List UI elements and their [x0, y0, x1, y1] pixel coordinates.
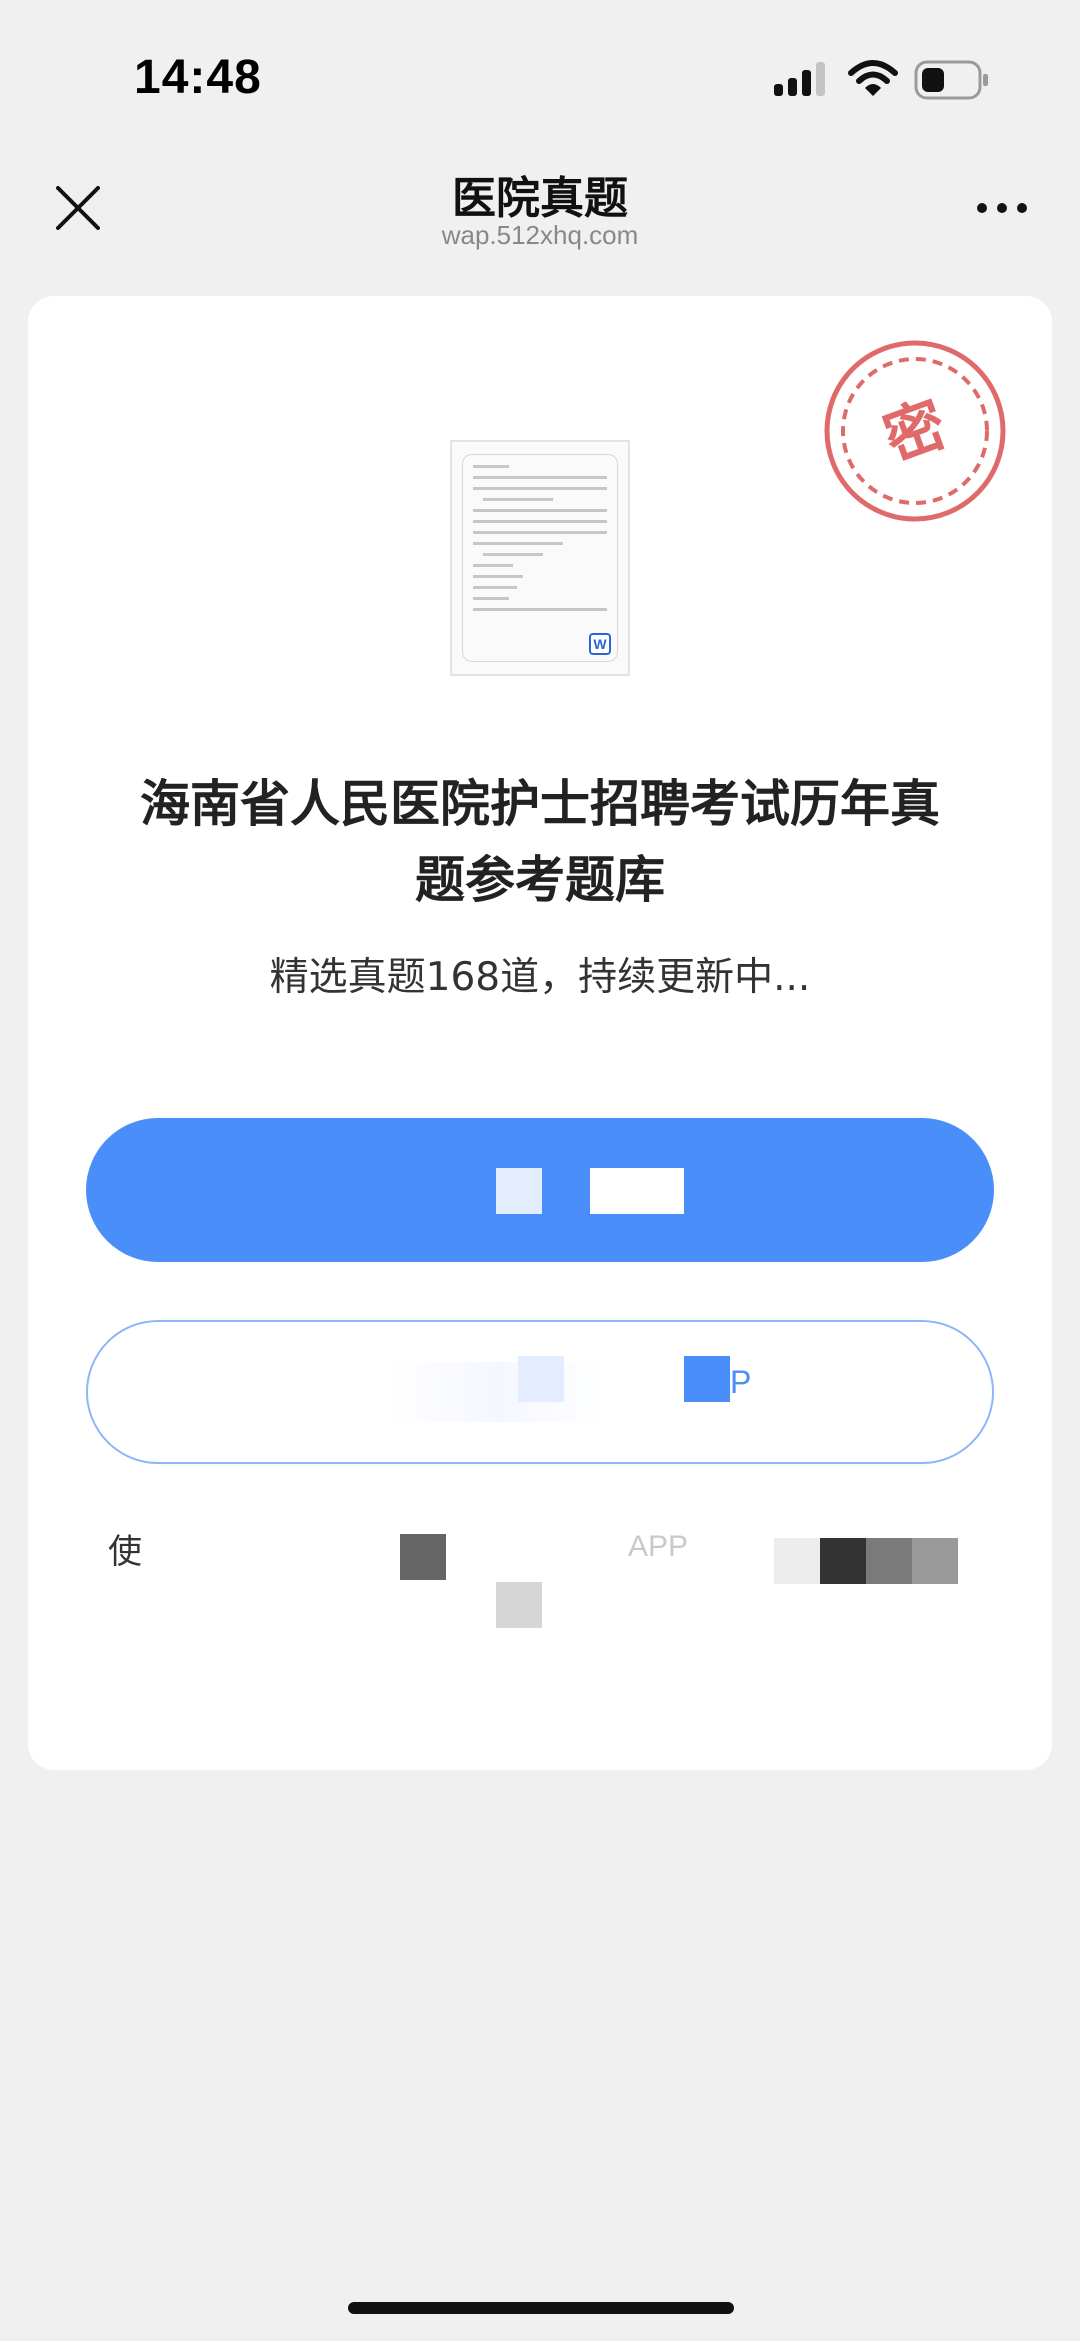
document-card: 密 W 海南省人民医院护士招聘考试历年真题参考题库 精选真题168道，持续更新中…: [28, 296, 1052, 1770]
doc-line: [473, 465, 509, 468]
doc-line: [473, 586, 517, 589]
masked-label-block: [684, 1356, 730, 1402]
word-badge-icon: W: [589, 633, 611, 655]
doc-line: [473, 597, 509, 600]
masked-label-block: [496, 1168, 542, 1214]
masked-text-block: [400, 1534, 446, 1580]
doc-line: [473, 531, 607, 534]
document-subtitle: 精选真题168道，持续更新中...: [269, 955, 811, 1000]
status-bar: 14:48: [0, 0, 1080, 140]
masked-text-block: [912, 1538, 958, 1584]
document-preview: W: [462, 454, 618, 662]
more-icon[interactable]: [974, 200, 1030, 216]
doc-line: [473, 564, 513, 567]
doc-line: [473, 520, 607, 523]
seal-text: 密: [875, 389, 955, 475]
status-time: 14:48: [134, 51, 262, 104]
open-app-button[interactable]: P: [86, 1320, 994, 1464]
wifi-icon: [848, 60, 898, 96]
usage-note: 使 APP: [108, 1524, 988, 1634]
document-title: 海南省人民医院护士招聘考试历年真题参考题库: [140, 775, 940, 909]
note-lead-text: 使: [108, 1532, 142, 1572]
doc-line: [473, 476, 607, 479]
battery-icon: [914, 60, 988, 100]
word-document-icon: W: [450, 440, 630, 676]
masked-label-block: [518, 1356, 564, 1402]
doc-line: [473, 509, 607, 512]
secondary-button-fragment: P: [730, 1364, 752, 1400]
masked-text-block: [866, 1538, 912, 1584]
masked-label-haze: [388, 1362, 608, 1422]
page-title: 医院真题: [452, 173, 628, 224]
signal-icon: [774, 62, 825, 96]
masked-text-block: [496, 1582, 542, 1628]
doc-line: [483, 553, 543, 556]
screen: 14:48 医院真题 wap.512xhq.com 密 W 海南省人民医院护士招…: [0, 0, 1080, 2341]
masked-label-block: [590, 1168, 684, 1214]
masked-text-block: [820, 1538, 866, 1584]
doc-line: [483, 498, 553, 501]
doc-line: [473, 608, 607, 611]
home-indicator[interactable]: [348, 2302, 734, 2314]
doc-line: [473, 575, 523, 578]
nav-bar: 医院真题 wap.512xhq.com: [0, 140, 1080, 270]
page-url: wap.512xhq.com: [441, 220, 639, 250]
primary-action-button[interactable]: [86, 1118, 994, 1262]
doc-line: [473, 487, 607, 490]
doc-line: [473, 542, 563, 545]
confidential-seal-icon: 密: [824, 340, 1006, 522]
masked-text-block: [774, 1538, 820, 1584]
note-fragment: APP: [628, 1530, 689, 1563]
